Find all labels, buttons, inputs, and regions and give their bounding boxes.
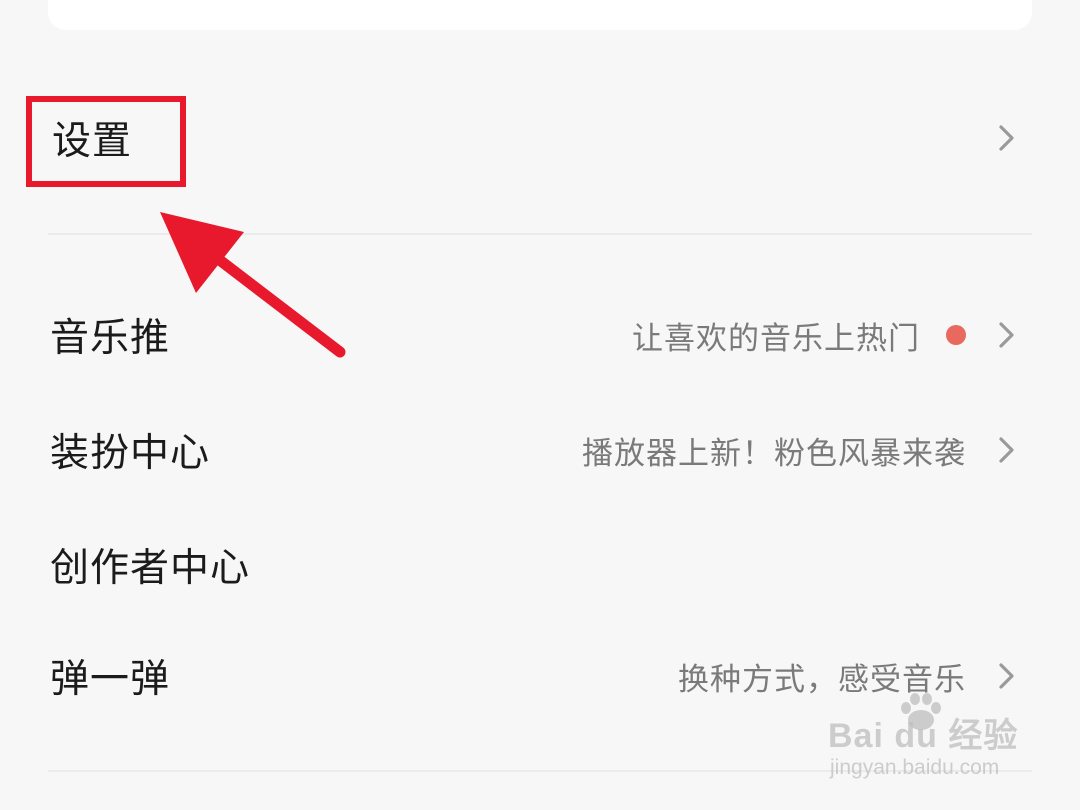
watermark-url: jingyan.baidu.com [830, 756, 1000, 779]
menu-item-creator-center[interactable]: 创作者中心 [0, 515, 1080, 615]
top-card [48, 0, 1032, 30]
baidu-watermark: Bai du 经验 jingyan.baidu.com [828, 690, 1028, 790]
menu-item-title: 创作者中心 [50, 546, 251, 591]
chevron-right-icon [999, 437, 1014, 463]
menu-item-music-promo[interactable]: 音乐推 让喜欢的音乐上热门 [0, 285, 1080, 385]
menu-item-theme-center[interactable]: 装扮中心 播放器上新！粉色风暴来袭 [0, 400, 1080, 500]
menu-item-subtitle: 播放器上新！粉色风暴来袭 [582, 435, 966, 472]
chevron-right-icon [999, 125, 1014, 151]
notification-dot-icon [946, 325, 966, 345]
menu-item-title: 装扮中心 [50, 431, 211, 476]
watermark-brand: Bai du 经验 [828, 717, 1019, 755]
menu-item-right: 播放器上新！粉色风暴来袭 [582, 428, 1018, 473]
chevron-right-icon [999, 322, 1014, 348]
chevron-right-icon [999, 663, 1014, 689]
annotation-highlight-box [26, 96, 186, 187]
menu-item-subtitle: 让喜欢的音乐上热门 [632, 320, 920, 357]
divider [48, 233, 1032, 235]
menu-item-title: 音乐推 [50, 316, 171, 361]
menu-item-title: 弹一弹 [50, 657, 171, 702]
menu-item-right: 让喜欢的音乐上热门 [632, 313, 1018, 358]
settings-row-right [966, 123, 1018, 153]
